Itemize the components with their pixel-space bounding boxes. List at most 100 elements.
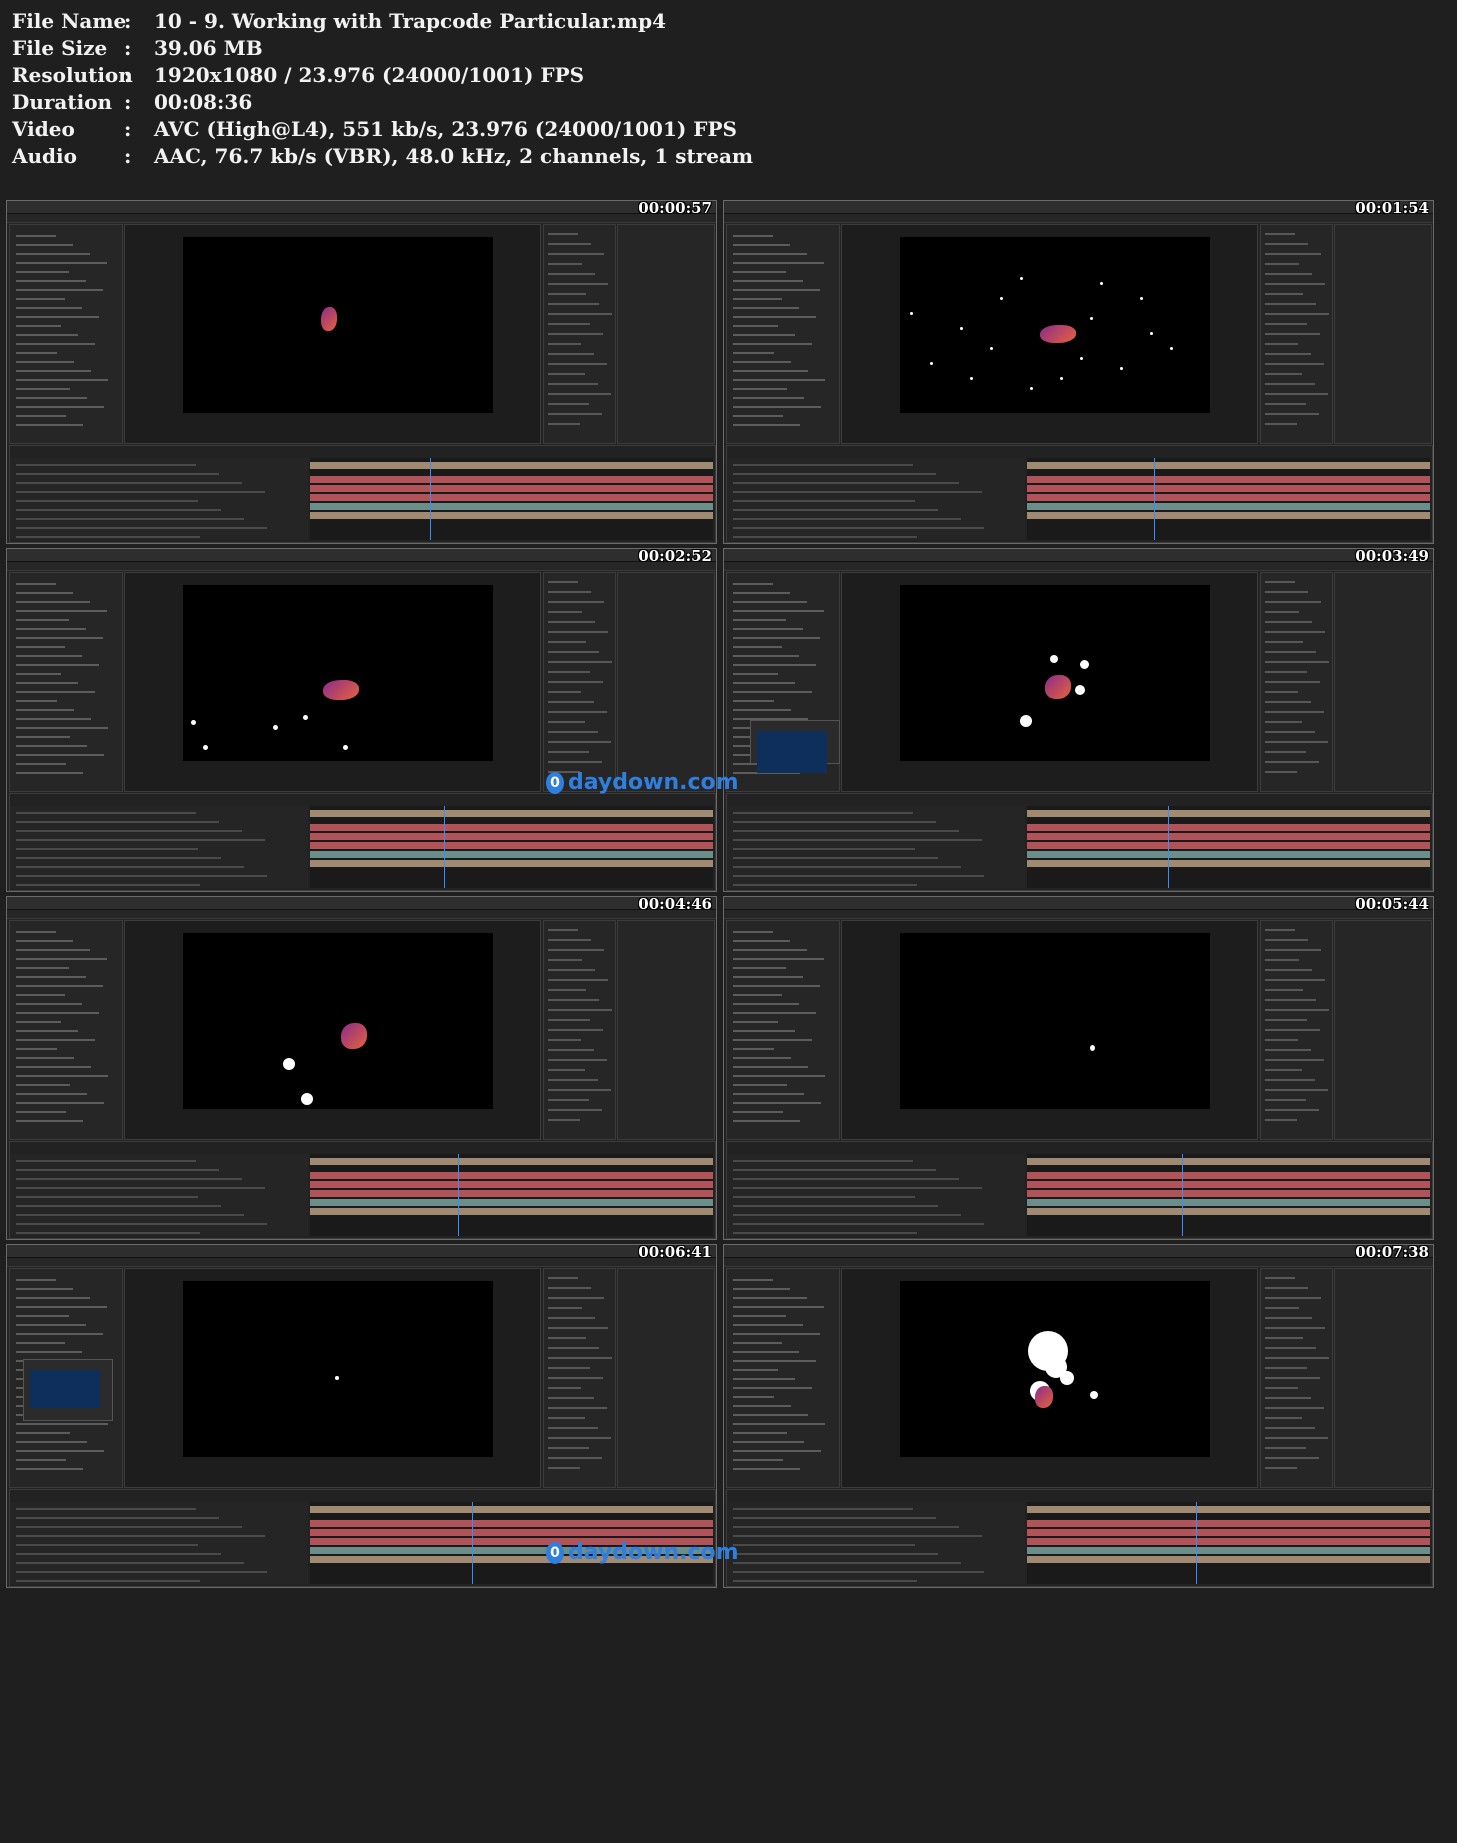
info-value: AAC, 76.7 kb/s (VBR), 48.0 kHz, 2 channe… (154, 144, 754, 168)
layer-row (16, 848, 198, 850)
panel-row (548, 403, 589, 405)
panel-row (16, 235, 56, 237)
panel-row (548, 581, 578, 583)
panel-row (733, 619, 786, 621)
panel-row (16, 1459, 66, 1461)
daydown-logo-icon: 0 (546, 771, 564, 794)
panel-row (16, 1450, 104, 1452)
layer-row (16, 536, 200, 538)
layer-row (16, 1544, 198, 1546)
info-row: File Size:39.06 MB (12, 35, 753, 62)
panel-row (733, 370, 808, 372)
video-thumbnail: 00:07:38 (723, 1244, 1434, 1588)
app-toolbar (7, 549, 716, 562)
effects-presets-panel (1260, 1268, 1333, 1488)
panel-row (1265, 929, 1295, 931)
panel-row (548, 761, 602, 763)
panel-row (16, 307, 82, 309)
particle (303, 715, 308, 720)
panel-row (548, 1437, 611, 1439)
panel-row (733, 1342, 782, 1344)
info-row: Video: AVC (High@L4), 551 kb/s, 23.976 (2… (12, 116, 753, 143)
layer-row (16, 1553, 221, 1555)
panel-row (16, 424, 83, 426)
particle (1170, 347, 1173, 350)
particle (191, 720, 196, 725)
layer-row (733, 1232, 917, 1234)
rocket-layer (321, 307, 337, 331)
panel-row (733, 1369, 778, 1371)
layer-duration-bar (1027, 1158, 1430, 1165)
panel-row (16, 976, 86, 978)
layer-row (16, 500, 198, 502)
panel-row (16, 754, 104, 756)
panel-row (1265, 631, 1325, 633)
panel-row (733, 316, 816, 318)
layer-duration-bar (310, 860, 713, 867)
panel-row (1265, 383, 1315, 385)
layer-row (733, 1169, 936, 1171)
info-label: File Name (12, 9, 127, 33)
project-panel (726, 920, 840, 1140)
panel-row (1265, 1397, 1311, 1399)
panel-row (733, 1021, 778, 1023)
layer-row (16, 830, 242, 832)
particle-cloud (1080, 660, 1089, 669)
panel-row (1265, 1039, 1298, 1041)
layer-row (16, 1571, 267, 1573)
layer-row (733, 464, 913, 466)
panel-row (733, 976, 803, 978)
layer-row (733, 518, 961, 520)
panel-row (733, 1048, 774, 1050)
panel-row (1265, 611, 1299, 613)
layer-duration-bar (310, 810, 713, 817)
layer-row (733, 1196, 915, 1198)
project-panel (9, 920, 123, 1140)
panel-row (548, 323, 590, 325)
timeline-playhead (1182, 1154, 1183, 1236)
panel-row (16, 397, 87, 399)
layer-duration-bar (1027, 810, 1430, 817)
particle-cloud (1050, 655, 1058, 663)
layer-duration-bar (1027, 851, 1430, 858)
panel-row (733, 664, 816, 666)
properties-panel (1334, 572, 1432, 792)
panel-row (548, 1039, 581, 1041)
particle (1120, 367, 1123, 370)
panel-row (1265, 771, 1297, 773)
particle-cloud (1090, 1391, 1098, 1399)
composition-viewer (750, 585, 1210, 773)
layer-row (733, 500, 915, 502)
layer-row (733, 866, 961, 868)
effects-presets-panel (543, 920, 616, 1140)
particle (1140, 297, 1143, 300)
layer-row (16, 1580, 200, 1582)
panel-row (1265, 303, 1316, 305)
timeline-playhead (444, 806, 445, 888)
panel-row (733, 682, 795, 684)
panel-row (548, 363, 607, 365)
particle-cloud (1075, 685, 1085, 695)
layer-duration-bar (310, 1158, 713, 1165)
panel-row (548, 1119, 580, 1121)
panel-row (1265, 423, 1297, 425)
panel-row (733, 1405, 791, 1407)
size-over-life-popup (750, 720, 840, 773)
panel-row (733, 1084, 787, 1086)
timeline-playhead (1154, 458, 1155, 540)
panel-row (548, 651, 599, 653)
video-thumbnail: 00:04:46 (6, 896, 717, 1240)
watermark-text: daydown.com (568, 1540, 739, 1565)
panel-row (16, 763, 66, 765)
particle (970, 377, 973, 380)
info-label: File Size (12, 36, 108, 60)
panel-row (548, 1407, 607, 1409)
panel-row (548, 1089, 611, 1091)
panel-row (548, 333, 603, 335)
timeline-layers (727, 458, 1025, 540)
panel-row (548, 591, 591, 593)
panel-row (548, 949, 604, 951)
layer-row (733, 1562, 961, 1564)
info-label: Resolution (12, 63, 133, 87)
panel-row (548, 601, 604, 603)
